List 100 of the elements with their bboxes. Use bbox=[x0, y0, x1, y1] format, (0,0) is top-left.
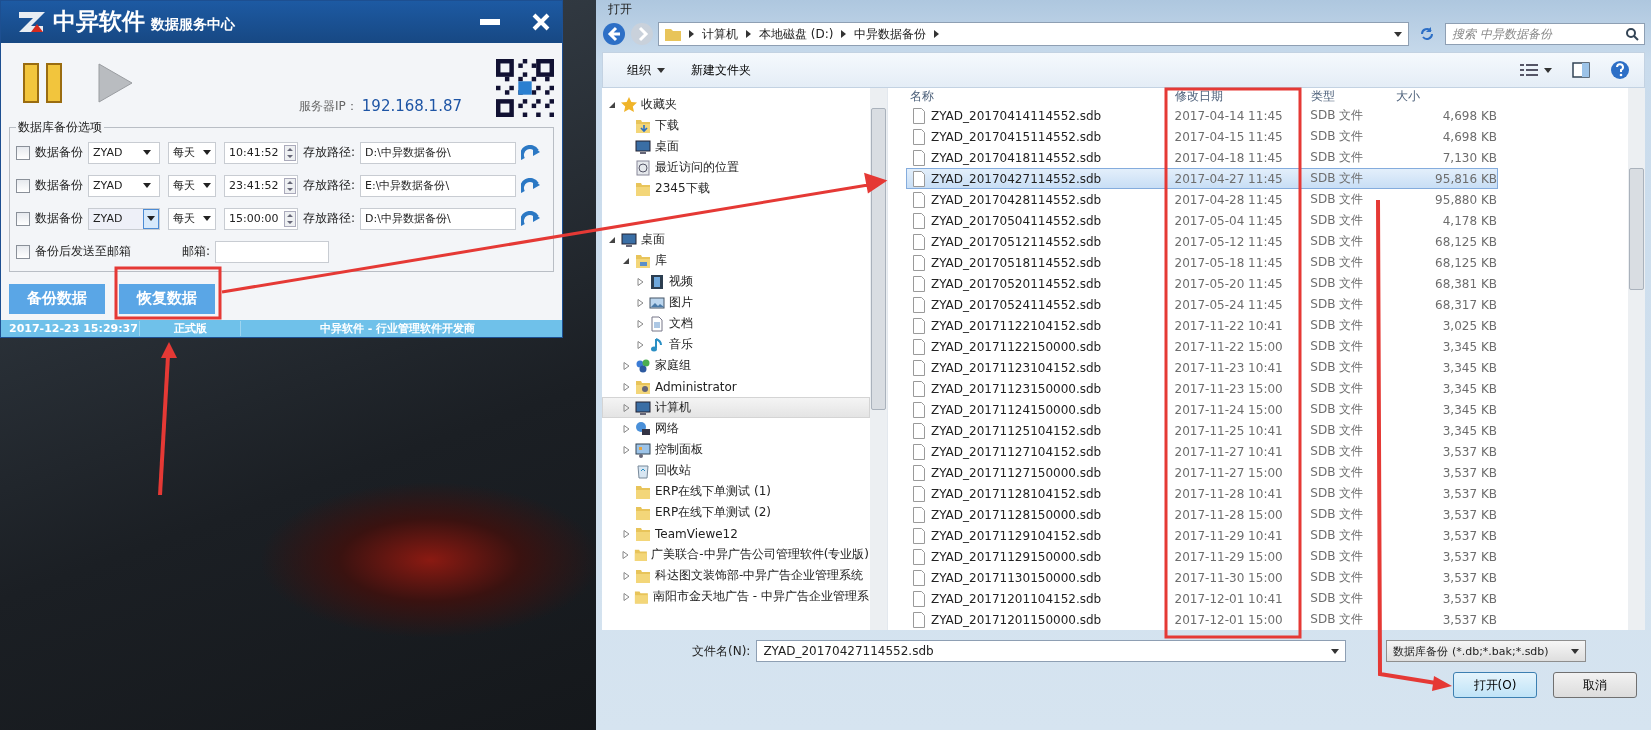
time-spinner-field[interactable]: 23:41:52 bbox=[224, 174, 298, 197]
pause-icon[interactable] bbox=[23, 62, 63, 103]
file-row[interactable]: ZYAD_20170427114552.sdb 2017-04-27 11:45 SDB 文件 95,816 KB bbox=[906, 168, 1498, 189]
file-row[interactable]: ZYAD_20170418114552.sdb 2017-04-18 11:45 SDB 文件 7,130 KB bbox=[906, 147, 1498, 168]
scrollbar-thumb[interactable] bbox=[1629, 168, 1644, 290]
checkbox[interactable] bbox=[16, 211, 30, 226]
nav-tree-item[interactable]: 最近访问的位置 bbox=[602, 157, 870, 178]
cancel-button[interactable]: 取消 bbox=[1553, 672, 1637, 698]
file-row[interactable]: ZYAD_20170524114552.sdb 2017-05-24 11:45 SDB 文件 68,317 KB bbox=[906, 294, 1498, 315]
nav-tree-item[interactable]: 音乐 bbox=[602, 334, 870, 355]
refresh-icon[interactable] bbox=[1419, 26, 1435, 42]
path-input-field[interactable]: D:\中异数据备份\ bbox=[360, 207, 517, 230]
file-row[interactable]: ZYAD_20171122104152.sdb 2017-11-22 10:41 SDB 文件 3,025 KB bbox=[906, 315, 1498, 336]
file-row[interactable]: ZYAD_20171201150000.sdb 2017-12-01 15:00 SDB 文件 3,537 KB bbox=[906, 609, 1498, 630]
time-spinner-field[interactable]: 15:00:00 bbox=[224, 207, 298, 230]
database-dropdown[interactable]: ZYAD bbox=[88, 174, 160, 197]
nav-tree-item[interactable]: 文档 bbox=[602, 313, 870, 334]
file-row[interactable]: ZYAD_20170512114552.sdb 2017-05-12 11:45 SDB 文件 68,125 KB bbox=[906, 231, 1498, 252]
file-row[interactable]: ZYAD_20171127104152.sdb 2017-11-27 10:41 SDB 文件 3,537 KB bbox=[906, 441, 1498, 462]
scrollbar-thumb[interactable] bbox=[871, 108, 886, 410]
nav-tree-item[interactable]: 控制面板 bbox=[602, 439, 870, 460]
nav-tree-item[interactable]: Administrator bbox=[602, 376, 870, 397]
checkbox[interactable] bbox=[16, 145, 30, 160]
nav-tree-item[interactable]: 图片 bbox=[602, 292, 870, 313]
nav-tree-item[interactable]: 桌面 bbox=[602, 229, 870, 250]
file-row[interactable]: ZYAD_20170520114552.sdb 2017-05-20 11:45 SDB 文件 68,381 KB bbox=[906, 273, 1498, 294]
column-header[interactable]: 名称 bbox=[910, 88, 1171, 105]
new-folder-button[interactable]: 新建文件夹 bbox=[681, 59, 761, 81]
nav-tree-item[interactable]: 计算机 bbox=[602, 397, 870, 418]
nav-tree-item[interactable]: 2345下载 bbox=[602, 178, 870, 199]
scrollbar[interactable] bbox=[870, 88, 887, 630]
preview-pane-icon[interactable] bbox=[1572, 62, 1590, 78]
file-row[interactable]: ZYAD_20171130150000.sdb 2017-11-30 15:00 SDB 文件 3,537 KB bbox=[906, 567, 1498, 588]
database-dropdown[interactable]: ZYAD bbox=[88, 141, 160, 164]
file-row[interactable]: ZYAD_20171124150000.sdb 2017-11-24 15:00 SDB 文件 3,345 KB bbox=[906, 399, 1498, 420]
database-dropdown[interactable]: ZYAD bbox=[88, 207, 160, 230]
checkbox[interactable] bbox=[16, 244, 30, 259]
nav-tree-item[interactable]: 下载 bbox=[602, 115, 870, 136]
search-field[interactable]: 搜索 中异数据备份 bbox=[1445, 23, 1645, 45]
file-row[interactable]: ZYAD_20170415114552.sdb 2017-04-15 11:45 SDB 文件 4,698 KB bbox=[906, 126, 1498, 147]
nav-tree-item[interactable]: TeamViewe12 bbox=[602, 523, 870, 544]
nav-tree-item[interactable]: 科达图文装饰部-中异广告企业管理系统 bbox=[602, 565, 870, 586]
file-row[interactable]: ZYAD_20170428114552.sdb 2017-04-28 11:45 SDB 文件 95,880 KB bbox=[906, 189, 1498, 210]
nav-tree-item[interactable]: 家庭组 bbox=[602, 355, 870, 376]
file-row[interactable]: ZYAD_20171128150000.sdb 2017-11-28 15:00 SDB 文件 3,537 KB bbox=[906, 504, 1498, 525]
nav-tree-item[interactable]: 南阳市金天地广告 - 中异广告企业管理系 bbox=[602, 586, 870, 607]
column-header[interactable]: 修改日期 bbox=[1171, 88, 1303, 105]
path-input-field[interactable]: E:\中异数据备份\ bbox=[360, 174, 517, 197]
filename-combo-field[interactable]: ZYAD_20170427114552.sdb bbox=[756, 640, 1347, 662]
scrollbar[interactable] bbox=[1628, 88, 1645, 630]
expander-arrow-icon[interactable] bbox=[622, 256, 630, 265]
refresh-arrow-icon[interactable] bbox=[521, 210, 542, 227]
caret-icon[interactable] bbox=[1544, 67, 1552, 73]
organize-menu-button[interactable]: 组织 bbox=[617, 59, 675, 81]
time-spinner-field[interactable]: 10:41:52 bbox=[224, 141, 298, 164]
file-row[interactable]: ZYAD_20171123150000.sdb 2017-11-23 15:00 SDB 文件 3,345 KB bbox=[906, 378, 1498, 399]
nav-tree-item[interactable]: ERP在线下单测试 (1) bbox=[602, 481, 870, 502]
expander-arrow-icon[interactable] bbox=[608, 235, 616, 244]
checkbox[interactable] bbox=[16, 178, 30, 193]
expander-arrow-icon[interactable] bbox=[608, 100, 616, 109]
breadcrumb-link[interactable]: 本地磁盘 (D:) bbox=[759, 25, 834, 43]
frequency-dropdown[interactable]: 每天 bbox=[168, 207, 216, 230]
column-header[interactable]: 类型 bbox=[1303, 88, 1388, 105]
minimize-icon[interactable] bbox=[480, 18, 500, 25]
help-icon[interactable] bbox=[1610, 60, 1630, 80]
nav-tree-item[interactable]: ERP在线下单测试 (2) bbox=[602, 502, 870, 523]
nav-tree-item[interactable]: 视频 bbox=[602, 271, 870, 292]
breadcrumb-link[interactable]: 中异数据备份 bbox=[854, 25, 927, 43]
play-icon[interactable] bbox=[97, 62, 133, 103]
file-row[interactable]: ZYAD_20171127150000.sdb 2017-11-27 15:00 SDB 文件 3,537 KB bbox=[906, 462, 1498, 483]
nav-tree-item[interactable]: 回收站 bbox=[602, 460, 870, 481]
file-row[interactable]: ZYAD_20171122150000.sdb 2017-11-22 15:00 SDB 文件 3,345 KB bbox=[906, 336, 1498, 357]
file-row[interactable]: ZYAD_20171125104152.sdb 2017-11-25 10:41 SDB 文件 3,345 KB bbox=[906, 420, 1498, 441]
file-row[interactable]: ZYAD_20170504114552.sdb 2017-05-04 11:45 SDB 文件 4,178 KB bbox=[906, 210, 1498, 231]
file-row[interactable]: ZYAD_20171129150000.sdb 2017-11-29 15:00 SDB 文件 3,537 KB bbox=[906, 546, 1498, 567]
caret-icon[interactable] bbox=[1394, 31, 1402, 37]
file-row[interactable]: ZYAD_20170414114552.sdb 2017-04-14 11:45 SDB 文件 4,698 KB bbox=[906, 105, 1498, 126]
nav-tree-item[interactable]: 桌面 bbox=[602, 136, 870, 157]
file-row[interactable]: ZYAD_20171123104152.sdb 2017-11-23 10:41 SDB 文件 3,345 KB bbox=[906, 357, 1498, 378]
file-type-dropdown[interactable]: 数据库备份 (*.db;*.bak;*.sdb) bbox=[1386, 640, 1587, 662]
refresh-arrow-icon[interactable] bbox=[521, 144, 542, 161]
view-options-icon[interactable] bbox=[1520, 63, 1538, 77]
nav-tree-item[interactable]: 广美联合-中异广告公司管理软件(专业版) bbox=[602, 544, 870, 565]
nav-tree-item[interactable]: 库 bbox=[602, 250, 870, 271]
file-row[interactable]: ZYAD_20171129104152.sdb 2017-11-29 10:41 SDB 文件 3,537 KB bbox=[906, 525, 1498, 546]
file-row[interactable]: ZYAD_20171201104152.sdb 2017-12-01 10:41 SDB 文件 3,537 KB bbox=[906, 588, 1498, 609]
path-input-field[interactable]: D:\中异数据备份\ bbox=[360, 141, 517, 164]
email-input-field[interactable] bbox=[215, 240, 330, 263]
file-row[interactable]: ZYAD_20170518114552.sdb 2017-05-18 11:45 SDB 文件 68,125 KB bbox=[906, 252, 1498, 273]
nav-tree-item[interactable]: 网络 bbox=[602, 418, 870, 439]
frequency-dropdown[interactable]: 每天 bbox=[168, 174, 216, 197]
column-header[interactable]: 大小 bbox=[1388, 88, 1498, 105]
frequency-dropdown[interactable]: 每天 bbox=[168, 141, 216, 164]
refresh-arrow-icon[interactable] bbox=[521, 177, 542, 194]
file-row[interactable]: ZYAD_20171128104152.sdb 2017-11-28 10:41 SDB 文件 3,537 KB bbox=[906, 483, 1498, 504]
open-button[interactable]: 打开(O) bbox=[1453, 672, 1537, 698]
breadcrumb-link[interactable]: 计算机 bbox=[702, 25, 738, 43]
close-icon[interactable] bbox=[532, 12, 550, 31]
nav-tree-item[interactable]: 收藏夹 bbox=[602, 94, 870, 115]
address-bar[interactable]: 计算机 本地磁盘 (D:) 中异数据备份 bbox=[658, 22, 1409, 46]
